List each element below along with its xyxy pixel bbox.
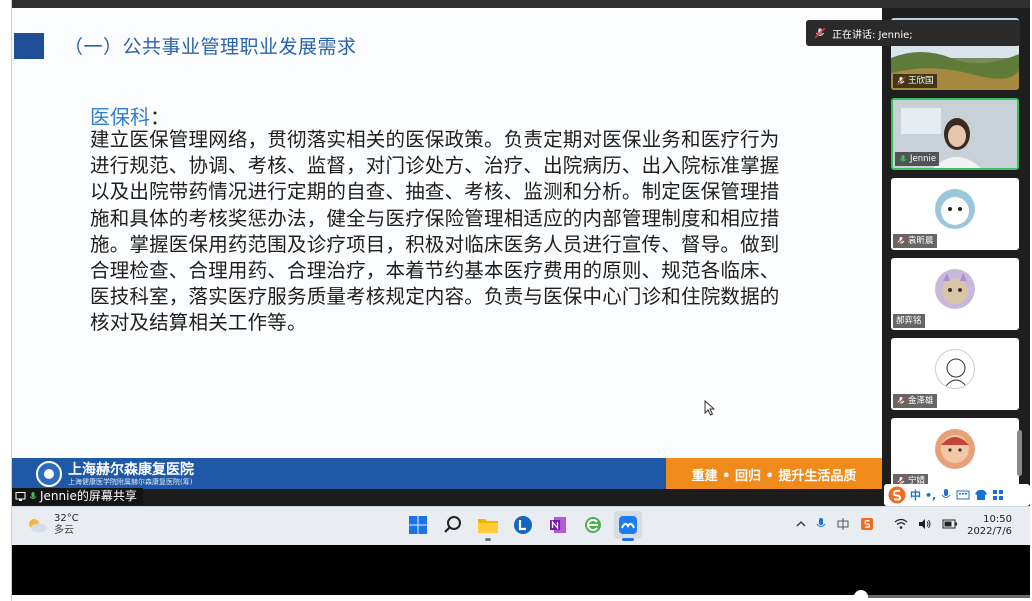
speaking-indicator: 正在讲话: Jennie; — [806, 20, 1020, 46]
app-l-icon — [514, 516, 532, 534]
cat-avatar-icon — [942, 273, 968, 304]
start-button[interactable] — [404, 511, 432, 539]
sketch-avatar-icon — [945, 358, 967, 387]
mic-on-icon — [29, 492, 37, 499]
cartoon-avatar-icon — [941, 197, 969, 225]
avatar — [935, 189, 975, 229]
windows-logo-icon — [409, 516, 427, 534]
sogou-tray-icon[interactable] — [860, 517, 874, 531]
participant-tile-active[interactable]: Jennie — [891, 98, 1019, 170]
hospital-subtitle: 上海健康医学院附属赫尔森康复医院(筹) — [68, 478, 193, 486]
dept-heading: 医保科： — [90, 101, 170, 130]
screen-share-icon — [15, 492, 26, 501]
toolbox-grid-icon[interactable] — [992, 489, 1004, 501]
participant-tile[interactable]: 宁婧 — [891, 418, 1019, 490]
presentation-slide: （一）公共事业管理职业发展需求 医保科： 建立医保管理网络，贯彻落实相关的医保政… — [12, 8, 882, 489]
participant-name: 袁昕晨 — [908, 236, 934, 246]
file-explorer-button[interactable] — [474, 511, 502, 541]
participant-name-tag: 袁昕晨 — [893, 234, 937, 248]
hospital-name: 上海赫尔森康复医院 — [68, 462, 194, 478]
wifi-icon[interactable] — [894, 518, 908, 530]
avatar — [935, 429, 975, 469]
screen-share-label: Jennie的屏幕共享 — [12, 488, 143, 505]
player-control-bar — [12, 545, 1030, 595]
windows-taskbar: 32°C 多云 10:50 2022/7/6 — [12, 506, 1030, 545]
avatar — [935, 269, 975, 309]
microphone-icon[interactable] — [816, 517, 826, 531]
system-tray — [796, 517, 958, 531]
participant-name-tag: Jennie — [895, 152, 940, 166]
progress-track[interactable] — [862, 595, 1030, 598]
dept-heading-colon: ： — [150, 105, 170, 129]
folder-icon — [478, 519, 498, 533]
search-button[interactable] — [439, 511, 467, 539]
participant-name: 金泽雄 — [908, 396, 934, 406]
title-marker — [14, 33, 44, 59]
participant-tile[interactable]: 袁昕晨 — [891, 178, 1019, 250]
participant-name-tag: 金泽雄 — [893, 394, 937, 408]
ime-toolbar[interactable]: 中 •, — [884, 484, 1030, 506]
progress-handle[interactable] — [854, 590, 868, 601]
search-icon — [444, 516, 461, 533]
child-avatar-icon — [941, 435, 969, 463]
muted-mic-icon — [896, 76, 906, 86]
mic-on-icon — [899, 155, 907, 162]
weather-temperature: 32°C — [54, 513, 79, 524]
running-indicator — [485, 538, 491, 541]
skin-icon[interactable] — [974, 489, 988, 501]
weather-description: 多云 — [54, 525, 74, 536]
weather-widget[interactable]: 32°C 多云 — [26, 513, 79, 537]
volume-icon[interactable] — [918, 518, 932, 530]
participant-tile[interactable]: 郝弈铭 — [891, 258, 1019, 330]
participant-name-tag: 王欣国 — [893, 74, 937, 88]
lenovo-app-button[interactable] — [509, 511, 537, 539]
system-clock[interactable]: 10:50 2022/7/6 — [962, 514, 1012, 538]
voice-input-icon[interactable] — [940, 488, 952, 502]
participant-panel: 王欣国 Jennie 袁昕晨 郝弈铭 金泽雄 宁婧 — [882, 8, 1030, 490]
muted-mic-icon — [896, 236, 906, 246]
slogan-banner: 重建 • 回归 • 提升生活品质 — [666, 458, 882, 489]
dept-heading-text: 医保科 — [90, 105, 150, 129]
mouse-cursor-icon — [704, 400, 716, 416]
keyboard-icon[interactable] — [956, 489, 970, 501]
sogou-logo-icon[interactable] — [888, 486, 906, 504]
tencent-meeting-icon — [619, 516, 637, 534]
dept-description: 建立医保管理网络，贯彻落实相关的医保政策。负责定期对医保业务和医疗行为进行规范、… — [90, 128, 780, 335]
avatar — [935, 349, 975, 389]
slide-title: （一）公共事业管理职业发展需求 — [64, 36, 357, 58]
browser-button[interactable] — [579, 511, 607, 539]
panel-scrollbar[interactable] — [1017, 430, 1022, 476]
participant-name-tag: 郝弈铭 — [893, 314, 925, 328]
screen-top-bar — [12, 0, 1030, 8]
slogan-text: 重建 • 回归 • 提升生活品质 — [691, 469, 857, 484]
participant-name: Jennie — [910, 154, 937, 164]
clock-time: 10:50 — [983, 514, 1012, 525]
participant-name: 王欣国 — [908, 76, 934, 86]
onenote-icon — [550, 517, 566, 533]
partly-cloudy-icon — [29, 519, 47, 533]
meeting-window: （一）公共事业管理职业发展需求 医保科： 建立医保管理网络，贯彻落实相关的医保政… — [0, 0, 1032, 601]
running-indicator — [622, 538, 634, 541]
participant-tile[interactable]: 金泽雄 — [891, 338, 1019, 410]
ime-zhong-icon[interactable] — [836, 517, 850, 531]
chevron-up-icon[interactable] — [796, 519, 806, 529]
share-label-text: Jennie的屏幕共享 — [40, 489, 137, 503]
meeting-app-button[interactable] — [614, 511, 642, 541]
ime-punctuation-toggle[interactable]: •, — [925, 489, 936, 502]
ie-browser-icon — [585, 517, 601, 533]
battery-icon[interactable] — [942, 519, 958, 529]
hospital-logo-icon — [36, 461, 62, 487]
speaking-text: 正在讲话: Jennie; — [832, 29, 913, 41]
muted-mic-icon — [896, 396, 906, 406]
onenote-button[interactable] — [544, 511, 572, 539]
slide-footer: 上海赫尔森康复医院 上海健康医学院附属赫尔森康复医院(筹) 重建 • 回归 • … — [12, 458, 882, 489]
muted-mic-icon — [814, 27, 826, 39]
taskbar-apps — [404, 511, 642, 541]
shared-screen: （一）公共事业管理职业发展需求 医保科： 建立医保管理网络，贯彻落实相关的医保政… — [12, 0, 1030, 545]
ime-language-toggle[interactable]: 中 — [910, 487, 921, 503]
clock-date: 2022/7/6 — [967, 526, 1012, 537]
participant-name: 郝弈铭 — [896, 316, 922, 326]
